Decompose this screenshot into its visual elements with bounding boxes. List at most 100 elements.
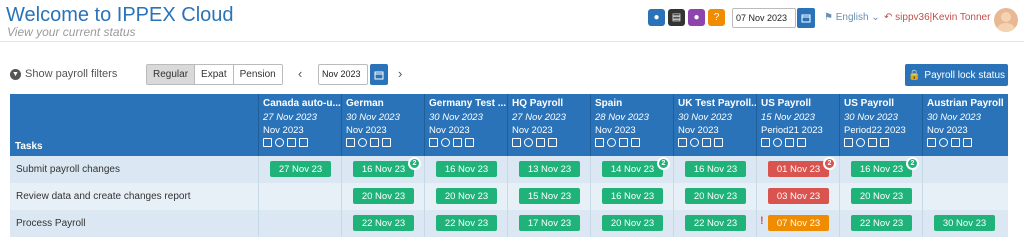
unlock-icon[interactable] — [299, 138, 308, 147]
column-header[interactable]: HQ Payroll 27 Nov 2023 Nov 2023 — [507, 94, 590, 156]
status-pill[interactable]: 17 Nov 23 — [519, 215, 580, 231]
copy-icon[interactable] — [429, 138, 438, 147]
task-cell: 16 Nov 23 — [424, 156, 507, 183]
calendar-icon[interactable] — [370, 64, 388, 85]
status-pill[interactable]: 07 Nov 23 — [768, 215, 829, 231]
copy-icon[interactable] — [595, 138, 604, 147]
copy-icon[interactable] — [761, 138, 770, 147]
task-cell: 22 Nov 23 — [424, 210, 507, 237]
segment-expat[interactable]: Expat — [195, 65, 234, 84]
org-icon[interactable] — [939, 138, 948, 147]
column-header[interactable]: Austrian Payroll 30 Nov 2023 Nov 2023 — [922, 94, 1005, 156]
status-pill[interactable]: 20 Nov 23 — [602, 215, 663, 231]
status-pill[interactable]: 01 Nov 23 — [768, 161, 829, 177]
lock-icon[interactable] — [370, 138, 379, 147]
users-icon[interactable]: ● — [688, 9, 705, 26]
column-actions — [761, 138, 839, 147]
unlock-icon[interactable] — [465, 138, 474, 147]
status-pill[interactable]: 14 Nov 23 — [602, 161, 663, 177]
unlock-icon[interactable] — [880, 138, 889, 147]
column-header[interactable]: US Payroll 15 Nov 2023 Period21 2023 — [756, 94, 839, 156]
column-header[interactable]: Germany Test ... 30 Nov 2023 Nov 2023 — [424, 94, 507, 156]
lock-icon[interactable] — [287, 138, 296, 147]
status-pill[interactable]: 20 Nov 23 — [851, 188, 912, 204]
org-icon[interactable] — [690, 138, 699, 147]
help-icon[interactable]: ? — [708, 9, 725, 26]
copy-icon[interactable] — [927, 138, 936, 147]
task-row: Review data and create changes report 20 … — [10, 183, 1008, 210]
status-pill[interactable]: 22 Nov 23 — [851, 215, 912, 231]
copy-icon[interactable] — [678, 138, 687, 147]
user-icon[interactable]: ● — [648, 9, 665, 26]
lock-icon[interactable] — [785, 138, 794, 147]
avatar[interactable] — [994, 8, 1018, 32]
lock-icon[interactable] — [536, 138, 545, 147]
status-pill[interactable]: 20 Nov 23 — [436, 188, 497, 204]
unlock-icon[interactable] — [382, 138, 391, 147]
language-selector[interactable]: ⚑ English ⌄ — [824, 12, 880, 23]
org-icon[interactable] — [358, 138, 367, 147]
count-badge: 2 — [657, 157, 670, 170]
period-field[interactable]: Nov 2023 — [318, 64, 368, 85]
status-pill[interactable]: 22 Nov 23 — [685, 215, 746, 231]
org-icon[interactable] — [275, 138, 284, 147]
status-pill[interactable]: 03 Nov 23 — [768, 188, 829, 204]
lock-icon[interactable] — [951, 138, 960, 147]
status-pill[interactable]: 16 Nov 23 — [436, 161, 497, 177]
column-period: Nov 2023 — [346, 125, 387, 136]
column-header[interactable]: Canada auto-u... 27 Nov 2023 Nov 2023 — [258, 94, 341, 156]
org-icon[interactable] — [773, 138, 782, 147]
org-icon[interactable] — [524, 138, 533, 147]
column-header[interactable]: German 30 Nov 2023 Nov 2023 — [341, 94, 424, 156]
status-pill[interactable]: 16 Nov 23 — [602, 188, 663, 204]
show-filters-label: Show payroll filters — [25, 68, 118, 80]
show-filters-toggle[interactable]: ▼ Show payroll filters — [10, 68, 117, 80]
unlock-icon[interactable] — [631, 138, 640, 147]
org-icon[interactable] — [856, 138, 865, 147]
user-menu[interactable]: ↶ sippv36|Kevin Tonner — [884, 12, 990, 23]
lock-icon[interactable] — [868, 138, 877, 147]
next-period-icon[interactable]: › — [398, 66, 402, 81]
tasks-header: Tasks — [15, 141, 43, 152]
lock-icon[interactable] — [453, 138, 462, 147]
status-pill[interactable]: 30 Nov 23 — [934, 215, 995, 231]
date-field[interactable]: 07 Nov 2023 — [732, 8, 796, 28]
unlock-icon[interactable] — [548, 138, 557, 147]
column-header[interactable]: Spain 28 Nov 2023 Nov 2023 — [590, 94, 673, 156]
segment-pension[interactable]: Pension — [233, 65, 282, 84]
column-header[interactable]: US Payroll 30 Nov 2023 Period22 2023 — [839, 94, 922, 156]
task-row: Submit payroll changes 27 Nov 23 16 Nov 23… — [10, 156, 1008, 183]
column-period: Nov 2023 — [429, 125, 470, 136]
status-pill[interactable]: 15 Nov 23 — [519, 188, 580, 204]
org-icon[interactable] — [607, 138, 616, 147]
status-pill[interactable]: 22 Nov 23 — [353, 215, 414, 231]
status-pill[interactable]: 16 Nov 23 — [685, 161, 746, 177]
column-header[interactable]: UK Test Payroll... 30 Nov 2023 Nov 2023 — [673, 94, 756, 156]
column-name: HQ Payroll — [512, 98, 564, 109]
unlock-icon[interactable] — [963, 138, 972, 147]
id-card-icon[interactable]: ▤ — [668, 9, 685, 26]
status-pill[interactable]: 22 Nov 23 — [436, 215, 497, 231]
payroll-lock-status-button[interactable]: 🔒 Payroll lock status — [905, 64, 1008, 86]
copy-icon[interactable] — [512, 138, 521, 147]
status-pill[interactable]: 13 Nov 23 — [519, 161, 580, 177]
calendar-icon[interactable] — [797, 8, 815, 28]
status-pill[interactable]: 27 Nov 23 — [270, 161, 331, 177]
column-date: 30 Nov 2023 — [844, 112, 898, 123]
unlock-icon[interactable] — [797, 138, 806, 147]
status-pill[interactable]: 16 Nov 23 — [353, 161, 414, 177]
column-date: 30 Nov 2023 — [346, 112, 400, 123]
status-pill[interactable]: 20 Nov 23 — [353, 188, 414, 204]
segment-regular[interactable]: Regular — [147, 65, 196, 84]
org-icon[interactable] — [441, 138, 450, 147]
lock-icon[interactable] — [702, 138, 711, 147]
unlock-icon[interactable] — [714, 138, 723, 147]
copy-icon[interactable] — [346, 138, 355, 147]
task-cell: 16 Nov 23 2 — [341, 156, 424, 183]
status-pill[interactable]: 20 Nov 23 — [685, 188, 746, 204]
prev-period-icon[interactable]: ‹ — [298, 66, 302, 81]
copy-icon[interactable] — [844, 138, 853, 147]
copy-icon[interactable] — [263, 138, 272, 147]
lock-icon[interactable] — [619, 138, 628, 147]
status-pill[interactable]: 16 Nov 23 — [851, 161, 912, 177]
